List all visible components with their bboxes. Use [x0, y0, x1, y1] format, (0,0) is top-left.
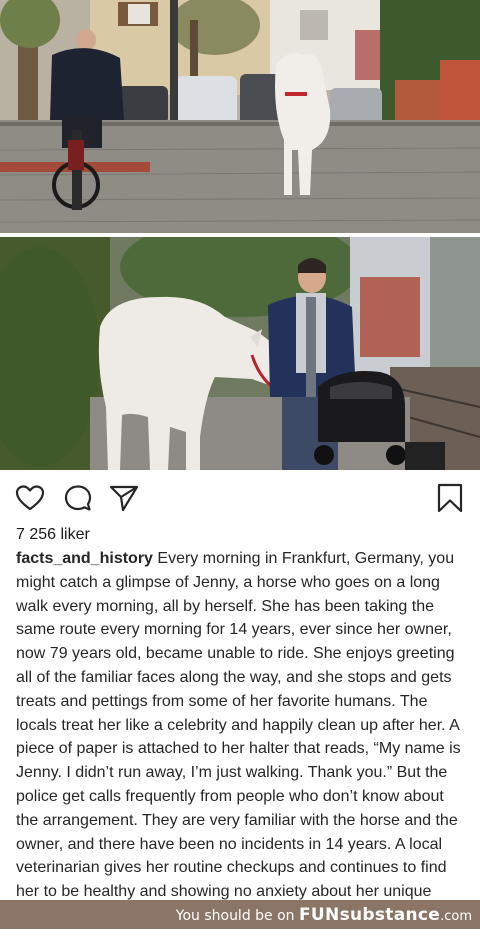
- post-photo-stroller: [0, 237, 480, 470]
- username-link[interactable]: facts_and_history: [16, 550, 153, 567]
- brand-domain: .com: [440, 909, 472, 924]
- like-count[interactable]: 7 256 liker: [16, 526, 90, 544]
- brand-substance: substance: [339, 905, 441, 925]
- heart-icon[interactable]: [14, 482, 46, 514]
- share-icon[interactable]: [108, 482, 140, 514]
- comment-icon[interactable]: [62, 482, 94, 514]
- brand-fun: FUN: [299, 905, 340, 925]
- watermark-text: You should be on FUNsubstance.com: [176, 905, 472, 925]
- post-photo-street: [0, 0, 480, 233]
- post-action-bar: [0, 480, 480, 516]
- watermark-bar: You should be on FUNsubstance.com: [0, 900, 480, 929]
- watermark-prefix: You should be on: [175, 908, 295, 924]
- post-caption: facts_and_history Every morning in Frank…: [16, 547, 470, 928]
- bookmark-icon[interactable]: [434, 482, 466, 514]
- caption-text: Every morning in Frankfurt, Germany, you…: [16, 550, 461, 924]
